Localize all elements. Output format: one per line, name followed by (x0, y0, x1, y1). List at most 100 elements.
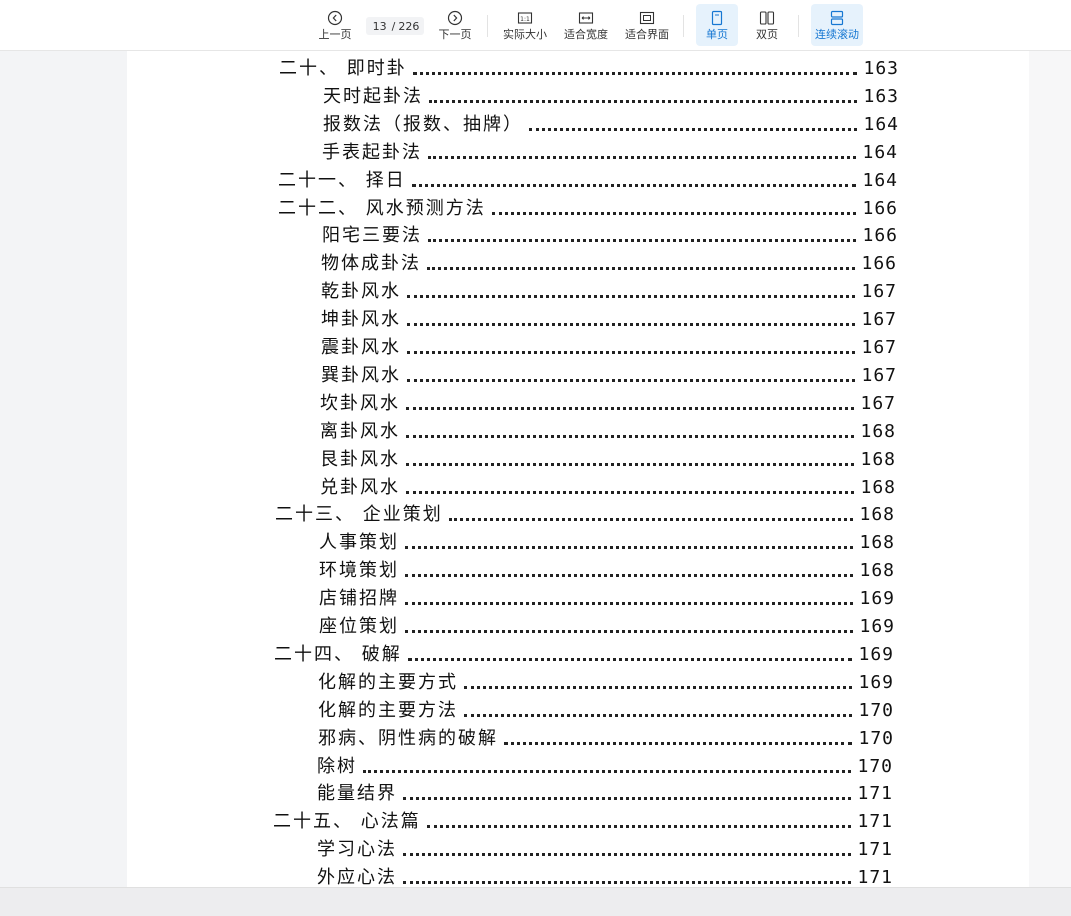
toc-entry-title: 二十三、 企业策划 (275, 504, 443, 526)
toc-dot-leader (429, 99, 858, 103)
toc-dot-leader (363, 769, 852, 773)
fit-width-icon (578, 11, 594, 24)
toc-entry-page: 168 (860, 420, 896, 442)
svg-text:1:1: 1:1 (520, 15, 530, 22)
toc-dot-leader (426, 825, 852, 829)
toc-entry-page: 167 (861, 281, 897, 303)
toc-dot-leader (407, 323, 856, 327)
toc-entry-title: 座位策划 (319, 616, 399, 637)
toc-section-row[interactable]: 艮卦风水 168 (320, 445, 896, 471)
toc-entry-title: 二十四、 破解 (274, 643, 402, 665)
toc-entry-page: 168 (860, 476, 896, 498)
toc-section-row[interactable]: 坤卦风水 167 (321, 305, 897, 331)
toc-section-row[interactable]: 坎卦风水 167 (320, 389, 896, 415)
toc-section-row[interactable]: 店铺招牌 169 (319, 584, 895, 610)
toc-section-row[interactable]: 座位策划 169 (319, 612, 895, 638)
toc-dot-leader (407, 378, 856, 382)
toc-entry-page: 169 (859, 616, 895, 637)
toc-entry-title: 能量结界 (317, 783, 397, 805)
next-page-button[interactable]: 下一页 (434, 4, 476, 46)
single-page-button[interactable]: 单页 (696, 4, 738, 46)
total-pages: 226 (398, 19, 420, 33)
toc-section-row[interactable]: 阳宅三要法 166 (322, 221, 898, 247)
toc-entry-title: 外应心法 (317, 867, 397, 887)
chevron-left-circle-icon (327, 10, 343, 25)
toc-entry-title: 邪病、阴性病的破解 (318, 727, 498, 749)
toc-entry-page: 169 (858, 643, 894, 665)
fit-page-label: 适合界面 (625, 27, 669, 41)
fit-page-button[interactable]: 适合界面 (622, 4, 672, 46)
toc-entry-title: 化解的主要方法 (318, 699, 458, 721)
actual-size-label: 实际大小 (503, 27, 547, 41)
toc-dot-leader (428, 239, 857, 243)
actual-size-button[interactable]: 1:1 实际大小 (500, 4, 550, 46)
current-page-input[interactable] (370, 19, 389, 33)
toc-entry-title: 环境策划 (319, 560, 399, 582)
toc-entry-page: 163 (863, 58, 899, 79)
toc-entry-title: 二十二、 风水预测方法 (278, 197, 486, 219)
toc-chapter-row[interactable]: 二十三、 企业策划 168 (275, 500, 895, 526)
toc-entry-page: 166 (861, 253, 897, 275)
fit-width-button[interactable]: 适合宽度 (561, 4, 611, 46)
toc-dot-leader (406, 406, 855, 410)
toc-section-row[interactable]: 震卦风水 167 (321, 333, 897, 359)
toc-entry-title: 二十五、 心法篇 (273, 811, 421, 833)
toc-dot-leader (427, 267, 856, 271)
toc-chapter-row[interactable]: 二十四、 破解 169 (274, 640, 894, 666)
toc-entry-page: 167 (861, 337, 897, 358)
next-page-label: 下一页 (438, 27, 472, 41)
toc-section-row[interactable]: 人事策划 168 (319, 528, 895, 554)
toc-section-row[interactable]: 天时起卦法 163 (323, 82, 899, 108)
toc-section-row[interactable]: 化解的主要方式 169 (318, 668, 894, 694)
double-page-button[interactable]: 双页 (746, 4, 788, 46)
toc-entry-page: 164 (862, 141, 898, 163)
toc-entry-title: 坎卦风水 (320, 392, 400, 414)
toc-entry-title: 阳宅三要法 (322, 225, 422, 247)
toc-section-row[interactable]: 除树 170 (317, 752, 893, 778)
toc-chapter-row[interactable]: 二十五、 心法篇 171 (273, 807, 893, 833)
toc-section-row[interactable]: 外应心法 171 (317, 863, 893, 887)
toc-chapter-row[interactable]: 二十一、 择日 164 (278, 166, 898, 192)
toc-entry-title: 巽卦风水 (321, 364, 401, 386)
toc-section-row[interactable]: 学习心法 171 (317, 835, 893, 861)
toc-dot-leader (448, 518, 854, 522)
fit-page-icon (639, 11, 655, 24)
toc-entry-page: 167 (861, 309, 897, 331)
toc-section-row[interactable]: 手表起卦法 164 (322, 138, 898, 164)
prev-page-button[interactable]: 上一页 (314, 4, 356, 46)
toc-section-row[interactable]: 报数法（报数、抽牌） 164 (323, 110, 899, 136)
toc-section-row[interactable]: 巽卦风水 167 (321, 361, 897, 387)
toc-section-row[interactable]: 物体成卦法 166 (321, 249, 897, 275)
page-separator: / (391, 19, 396, 33)
toc-chapter-row[interactable]: 二十二、 风水预测方法 166 (278, 194, 898, 220)
toc-dot-leader (405, 602, 854, 606)
toc-entry-page: 163 (863, 85, 899, 107)
toolbar-divider (487, 15, 488, 37)
toc-chapter-row[interactable]: 二十、 即时卦 163 (279, 54, 899, 80)
toc-dot-leader (403, 797, 852, 801)
toolbar-divider (798, 15, 799, 37)
toc-section-row[interactable]: 兑卦风水 168 (320, 473, 896, 499)
toc-section-row[interactable]: 邪病、阴性病的破解 170 (318, 724, 894, 750)
document-viewport[interactable]: 二十、 即时卦 163 天时起卦法 163 报数法（报数、抽牌） 164 手表起卦法 164 二… (0, 51, 1071, 887)
toc-entry-page: 164 (862, 169, 898, 191)
toc-entry-page: 170 (858, 699, 894, 721)
toc-section-row[interactable]: 乾卦风水 167 (321, 277, 897, 303)
page-indicator: / 226 (366, 17, 424, 35)
toc-section-row[interactable]: 能量结界 171 (317, 779, 893, 805)
toc-entry-title: 除树 (317, 755, 357, 777)
continuous-scroll-button[interactable]: 连续滚动 (811, 4, 863, 46)
toc-dot-leader (405, 574, 854, 578)
toc-entry-page: 166 (862, 225, 898, 247)
toolbar-divider (683, 15, 684, 37)
toc-section-row[interactable]: 化解的主要方法 170 (318, 696, 894, 722)
viewer-toolbar: 上一页 / 226 下一页 1:1 实际大小 适合宽度 适合界面 单页 双页 连… (0, 0, 1071, 51)
toc-section-row[interactable]: 环境策划 168 (319, 556, 895, 582)
toc-dot-leader (405, 630, 854, 633)
bottom-scrollbar[interactable] (0, 887, 1071, 916)
viewer-side-margin (1029, 51, 1071, 887)
double-page-icon (759, 10, 775, 25)
toc-section-row[interactable]: 离卦风水 168 (320, 417, 896, 443)
toc-entry-title: 兑卦风水 (320, 476, 400, 498)
toc-entry-title: 店铺招牌 (319, 588, 399, 610)
